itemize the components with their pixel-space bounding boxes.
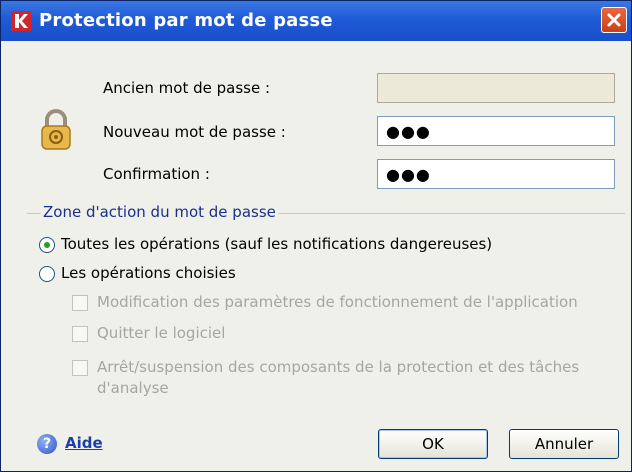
title-bar[interactable]: Protection par mot de passe: [1, 1, 631, 41]
new-password-label: Nouveau mot de passe :: [103, 123, 286, 141]
checkbox-stop-components-label-cont: d'analyse: [97, 379, 169, 397]
checkbox-stop-components[interactable]: [72, 360, 88, 376]
radio-all-operations[interactable]: [39, 237, 55, 253]
checkbox-modify-settings-label: Modification des paramètres de fonctionn…: [97, 293, 578, 311]
radio-all-operations-label[interactable]: Toutes les opérations (sauf les notifica…: [61, 235, 492, 253]
radio-selected-dot: [44, 242, 50, 248]
checkbox-stop-components-label: Arrêt/suspension des composants de la pr…: [97, 358, 580, 376]
checkbox-modify-settings[interactable]: [72, 295, 88, 311]
window-title: Protection par mot de passe: [39, 10, 333, 31]
scope-group-label: Zone d'action du mot de passe: [41, 203, 278, 221]
close-icon: [607, 13, 621, 27]
radio-chosen-operations-label[interactable]: Les opérations choisies: [61, 264, 236, 282]
help-icon[interactable]: ?: [37, 434, 57, 454]
kaspersky-logo-icon: [11, 11, 31, 31]
radio-chosen-operations[interactable]: [39, 266, 55, 282]
confirm-password-field[interactable]: ●●●: [377, 159, 615, 189]
ok-button[interactable]: OK: [378, 429, 488, 459]
old-password-field[interactable]: [377, 73, 615, 103]
password-protection-dialog: Protection par mot de passe Ancien mot d…: [0, 0, 632, 472]
new-password-field[interactable]: ●●●: [377, 116, 615, 146]
help-link[interactable]: Aide: [65, 434, 103, 452]
padlock-icon: [41, 109, 71, 150]
checkbox-quit-app-label: Quitter le logiciel: [97, 324, 226, 342]
old-password-label: Ancien mot de passe :: [103, 79, 271, 97]
close-button[interactable]: [601, 7, 627, 33]
confirm-password-label: Confirmation :: [103, 165, 210, 183]
checkbox-quit-app[interactable]: [72, 326, 88, 342]
cancel-button[interactable]: Annuler: [509, 429, 619, 459]
